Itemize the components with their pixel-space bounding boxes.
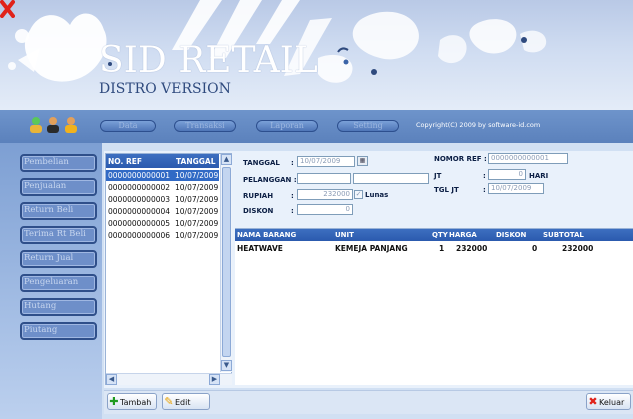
list-cell-ref: 0000000000001: [108, 171, 171, 180]
nav-return-beli[interactable]: Return Beli: [20, 202, 97, 220]
menu-data[interactable]: Data: [100, 120, 156, 132]
lunas-checkbox[interactable]: ✓: [354, 190, 363, 199]
scroll-up-icon[interactable]: ▲: [221, 154, 232, 165]
detail-grid[interactable]: NAMA BARANG UNIT QTY HARGA DISKON SUBTOT…: [235, 228, 633, 385]
tambah-label: Tambah: [120, 398, 152, 407]
nav-penjualan[interactable]: Penjualan: [20, 178, 97, 196]
grid-header: NAMA BARANG UNIT QTY HARGA DISKON SUBTOT…: [235, 229, 633, 241]
nav-piutang[interactable]: Piutang: [20, 322, 97, 340]
colon: :: [291, 192, 294, 200]
app-brand: SID RETAIL: [99, 40, 318, 81]
colon: :: [291, 207, 294, 215]
cell-nama-barang: HEATWAVE: [237, 244, 283, 253]
nav-pengeluaran[interactable]: Pengeluaran: [20, 274, 97, 292]
app-edition: DISTRO VERSION: [99, 81, 231, 97]
cell-qty: 1: [439, 244, 445, 253]
list-row[interactable]: 0000000000002 10/07/2009: [106, 182, 219, 193]
col-no-ref[interactable]: NO. REF: [108, 157, 142, 166]
scroll-left-icon[interactable]: ◀: [106, 374, 117, 385]
list-cell-ref: 0000000000002: [108, 183, 171, 192]
pelanggan-code-field[interactable]: [297, 173, 351, 184]
list-horizontal-scrollbar[interactable]: ◀ ▶: [106, 373, 232, 385]
col-subtotal[interactable]: SUBTOTAL: [543, 231, 584, 239]
grid-row[interactable]: HEATWAVE KEMEJA PANJANG 1 232000 0 23200…: [235, 242, 633, 254]
col-nama-barang[interactable]: NAMA BARANG: [237, 231, 296, 239]
menu-laporan[interactable]: Laporan: [256, 120, 318, 132]
list-cell-date: 10/07/2009: [175, 183, 219, 192]
tanggal-field[interactable]: 10/07/2009: [297, 156, 355, 167]
colon: :: [291, 159, 294, 167]
list-cell-date: 10/07/2009: [175, 207, 219, 216]
edit-button[interactable]: ✎Edit: [162, 393, 210, 410]
diskon-field[interactable]: 0: [297, 204, 353, 215]
scroll-thumb[interactable]: [222, 167, 231, 357]
list-row[interactable]: 0000000000004 10/07/2009: [106, 206, 219, 217]
cell-harga: 232000: [456, 244, 488, 253]
col-harga[interactable]: HARGA: [449, 231, 477, 239]
tgl-jt-field[interactable]: 10/07/2009: [488, 183, 544, 194]
nomor-ref-field[interactable]: 0000000000001: [488, 153, 568, 164]
list-row[interactable]: 0000000000006 10/07/2009: [106, 230, 219, 241]
list-vertical-scrollbar[interactable]: ▲ ▼: [220, 154, 232, 372]
keluar-label: Keluar: [599, 398, 625, 407]
col-tanggal[interactable]: TANGGAL: [176, 157, 216, 166]
list-cell-ref: 0000000000004: [108, 207, 171, 216]
cell-unit: KEMEJA PANJANG: [335, 244, 408, 253]
jt-field[interactable]: 0: [488, 169, 526, 180]
col-unit[interactable]: UNIT: [335, 231, 354, 239]
scroll-right-icon[interactable]: ▶: [209, 374, 220, 385]
keluar-button[interactable]: ✖Keluar: [586, 393, 631, 410]
cell-diskon: 0: [532, 244, 538, 253]
copyright-text: Copyright(C) 2009 by software-id.com: [416, 121, 541, 129]
col-diskon[interactable]: DISKON: [496, 231, 526, 239]
cell-subtotal: 232000: [562, 244, 594, 253]
nav-hutang[interactable]: Hutang: [20, 298, 97, 316]
list-row[interactable]: 0000000000005 10/07/2009: [106, 218, 219, 229]
list-header: NO. REF TANGGAL: [106, 154, 219, 168]
col-qty[interactable]: QTY: [432, 231, 448, 239]
close-x-icon: ✖: [588, 395, 598, 408]
list-cell-date: 10/07/2009: [175, 171, 219, 180]
nomor-ref-label: NOMOR REF :: [434, 155, 487, 163]
close-icon[interactable]: [0, 0, 15, 18]
list-cell-date: 10/07/2009: [175, 195, 219, 204]
list-cell-ref: 0000000000003: [108, 195, 171, 204]
colon: :: [483, 186, 486, 194]
list-row[interactable]: 0000000000003 10/07/2009: [106, 194, 219, 205]
transaction-list[interactable]: NO. REF TANGGAL 0000000000001 10/07/2009…: [105, 153, 232, 385]
scroll-down-icon[interactable]: ▼: [221, 360, 232, 371]
list-row[interactable]: 0000000000001 10/07/2009: [106, 170, 219, 181]
jt-label: JT: [434, 172, 442, 180]
pencil-icon: ✎: [164, 395, 174, 408]
rupiah-field[interactable]: 232000: [297, 189, 353, 200]
colon: :: [483, 172, 486, 180]
diskon-label: DISKON: [243, 207, 274, 215]
rupiah-label: RUPIAH: [243, 192, 274, 200]
list-cell-date: 10/07/2009: [175, 231, 219, 240]
tanggal-label: TANGGAL: [243, 159, 280, 167]
list-cell-ref: 0000000000005: [108, 219, 171, 228]
edit-label: Edit: [175, 398, 191, 407]
tgl-jt-label: TGL JT: [434, 186, 459, 194]
calendar-icon[interactable]: ▦: [357, 156, 368, 166]
hari-label: HARI: [529, 172, 549, 180]
menu-transaksi[interactable]: Transaksi: [174, 120, 236, 132]
lunas-label: Lunas: [365, 191, 389, 199]
nav-return-jual[interactable]: Return Jual: [20, 250, 97, 268]
pelanggan-label: PELANGGAN :: [243, 176, 297, 184]
list-cell-ref: 0000000000006: [108, 231, 171, 240]
nav-pembelian[interactable]: Pembelian: [20, 154, 97, 172]
list-cell-date: 10/07/2009: [175, 219, 219, 228]
nav-terima-rt-beli[interactable]: Terima Rt Beli: [20, 226, 97, 244]
menu-setting[interactable]: Setting: [337, 120, 399, 132]
plus-icon: ✚: [109, 395, 119, 408]
users-icon: [30, 117, 77, 133]
header-banner: SID RETAIL DISTRO VERSION: [0, 0, 633, 110]
tambah-button[interactable]: ✚Tambah: [107, 393, 157, 410]
pelanggan-name-field[interactable]: [353, 173, 429, 184]
